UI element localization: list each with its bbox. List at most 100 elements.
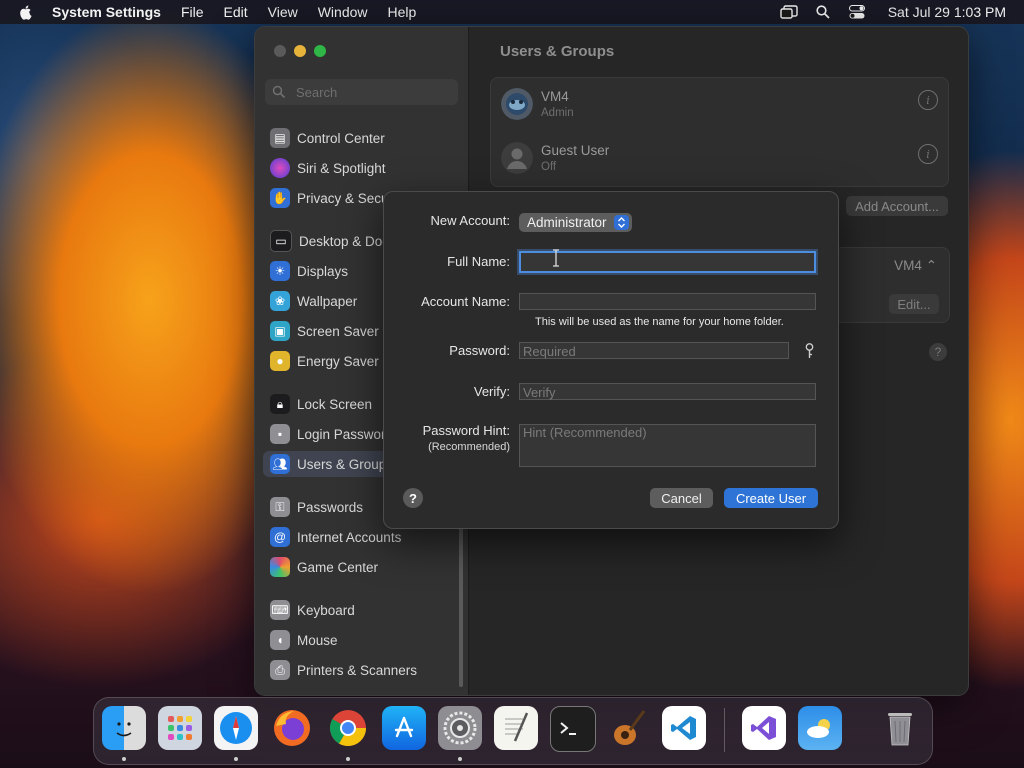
account-name-input[interactable] bbox=[520, 295, 815, 310]
menu-bar-clock[interactable]: Sat Jul 29 1:03 PM bbox=[888, 4, 1006, 20]
sidebar-item-label: Passwords bbox=[297, 499, 364, 515]
dock bbox=[93, 697, 933, 765]
sidebar-item-label: Displays bbox=[297, 263, 349, 279]
user-name: Guest User bbox=[541, 143, 610, 158]
finder-icon[interactable] bbox=[102, 706, 146, 750]
help-button[interactable]: ? bbox=[403, 488, 423, 508]
hand-icon: ✋ bbox=[270, 188, 290, 208]
sidebar-item-control-center[interactable]: ▤ Control Center bbox=[263, 125, 459, 151]
running-indicator bbox=[234, 757, 238, 761]
account-name-label: Account Name: bbox=[421, 294, 510, 309]
help-button[interactable]: ? bbox=[929, 343, 947, 361]
password-hint-sublabel: (Recommended) bbox=[428, 441, 510, 453]
window-menu[interactable]: Window bbox=[318, 4, 368, 20]
sidebar-item-label: Wallpaper bbox=[297, 293, 358, 309]
apple-menu-icon[interactable] bbox=[18, 4, 34, 20]
search-field[interactable] bbox=[265, 79, 458, 105]
full-name-label: Full Name: bbox=[447, 254, 510, 269]
search-input[interactable] bbox=[294, 83, 448, 101]
account-name-field[interactable] bbox=[519, 293, 816, 310]
new-account-sheet: New Account: Administrator Full Name: Ac… bbox=[383, 191, 839, 529]
sidebar-item-label: Siri & Spotlight bbox=[297, 160, 386, 176]
sidebar-item-siri-spotlight[interactable]: Siri & Spotlight bbox=[263, 155, 459, 181]
file-menu[interactable]: File bbox=[181, 4, 204, 20]
sidebar-item-printers-scanners[interactable]: ⎙ Printers & Scanners bbox=[263, 657, 459, 683]
sidebar-item-label: Users & Groups bbox=[297, 456, 394, 472]
account-type-value: Administrator bbox=[527, 215, 607, 230]
password-field[interactable] bbox=[519, 342, 789, 359]
auto-login-box: VM4 ⌃ Edit... bbox=[834, 247, 950, 323]
at-icon: @ bbox=[270, 527, 290, 547]
help-menu[interactable]: Help bbox=[388, 4, 417, 20]
trash-icon[interactable] bbox=[878, 706, 922, 750]
users-list: VM4 Admin i Guest User Off i bbox=[490, 77, 949, 187]
auto-login-select[interactable]: VM4 ⌃ bbox=[894, 258, 937, 274]
dock-icon: ▭ bbox=[270, 230, 292, 252]
weather-icon[interactable] bbox=[798, 706, 842, 750]
chevron-updown-icon: ⌃ bbox=[925, 258, 937, 273]
user-role: Admin bbox=[541, 107, 574, 119]
user-avatar bbox=[501, 88, 533, 120]
sidebar-item-label: Lock Screen bbox=[297, 396, 373, 412]
sidebar-item-label: Internet Accounts bbox=[297, 529, 402, 545]
sidebar-item-keyboard[interactable]: ⌨ Keyboard bbox=[263, 597, 459, 623]
sidebar-item-label: Keyboard bbox=[297, 602, 355, 618]
user-name: VM4 bbox=[541, 89, 569, 104]
create-user-button[interactable]: Create User bbox=[724, 488, 818, 508]
control-center-icon: ▤ bbox=[270, 128, 290, 148]
game-center-icon bbox=[270, 557, 290, 577]
password-hint-field[interactable] bbox=[519, 424, 816, 467]
textedit-icon[interactable] bbox=[494, 706, 538, 750]
wallpaper-icon: ❀ bbox=[270, 291, 290, 311]
password-hint-input[interactable] bbox=[520, 425, 815, 466]
app-store-icon[interactable] bbox=[382, 706, 426, 750]
sidebar-item-label: Control Center bbox=[297, 130, 385, 146]
info-icon[interactable]: i bbox=[918, 144, 938, 164]
spotlight-search-icon[interactable] bbox=[814, 4, 832, 20]
verify-input[interactable] bbox=[520, 385, 815, 400]
control-center-icon[interactable] bbox=[848, 4, 866, 20]
view-menu[interactable]: View bbox=[268, 4, 298, 20]
dock-separator bbox=[724, 708, 725, 752]
add-account-button[interactable]: Add Account... bbox=[846, 196, 948, 216]
account-type-popup[interactable]: Administrator bbox=[519, 213, 632, 232]
firefox-icon[interactable] bbox=[270, 706, 314, 750]
system-settings-icon[interactable] bbox=[438, 706, 482, 750]
app-menu[interactable]: System Settings bbox=[52, 4, 161, 20]
full-name-field[interactable] bbox=[519, 251, 816, 273]
password-label: Password: bbox=[449, 343, 510, 358]
stage-manager-icon[interactable] bbox=[780, 4, 798, 20]
zoom-button[interactable] bbox=[314, 45, 326, 57]
sidebar-item-label: Energy Saver bbox=[297, 353, 379, 369]
password-assistant-key-icon[interactable] bbox=[802, 342, 816, 360]
user-row-vm4[interactable]: VM4 Admin i bbox=[491, 78, 948, 132]
sidebar-item-label: Desktop & Dock bbox=[299, 233, 396, 249]
close-button[interactable] bbox=[274, 45, 286, 57]
launchpad-icon[interactable] bbox=[158, 706, 202, 750]
terminal-icon[interactable] bbox=[550, 706, 596, 752]
sidebar-item-mouse[interactable]: ◖ Mouse bbox=[263, 627, 459, 653]
full-name-input[interactable] bbox=[521, 253, 814, 271]
edit-button[interactable]: Edit... bbox=[889, 294, 939, 314]
sidebar-item-game-center[interactable]: Game Center bbox=[263, 554, 459, 580]
bulb-icon: ● bbox=[270, 351, 290, 371]
visual-studio-icon[interactable] bbox=[742, 706, 786, 750]
garageband-icon[interactable] bbox=[606, 706, 650, 750]
minimize-button[interactable] bbox=[294, 45, 306, 57]
vscode-icon[interactable] bbox=[662, 706, 706, 750]
cancel-button[interactable]: Cancel bbox=[650, 488, 713, 508]
user-row-guest[interactable]: Guest User Off i bbox=[491, 132, 948, 186]
new-account-label: New Account: bbox=[430, 213, 511, 228]
password-input[interactable] bbox=[520, 344, 788, 359]
chrome-icon[interactable] bbox=[326, 706, 370, 750]
sidebar-item-label: Screen Saver bbox=[297, 323, 379, 339]
search-icon bbox=[272, 85, 286, 99]
key-icon: ⚿ bbox=[270, 497, 290, 517]
lock-icon: 🔒︎ bbox=[270, 394, 290, 414]
user-role: Off bbox=[541, 161, 557, 173]
safari-icon[interactable] bbox=[214, 706, 258, 750]
screen-saver-icon: ▣ bbox=[270, 321, 290, 341]
verify-field[interactable] bbox=[519, 383, 816, 400]
edit-menu[interactable]: Edit bbox=[224, 4, 248, 20]
info-icon[interactable]: i bbox=[918, 90, 938, 110]
